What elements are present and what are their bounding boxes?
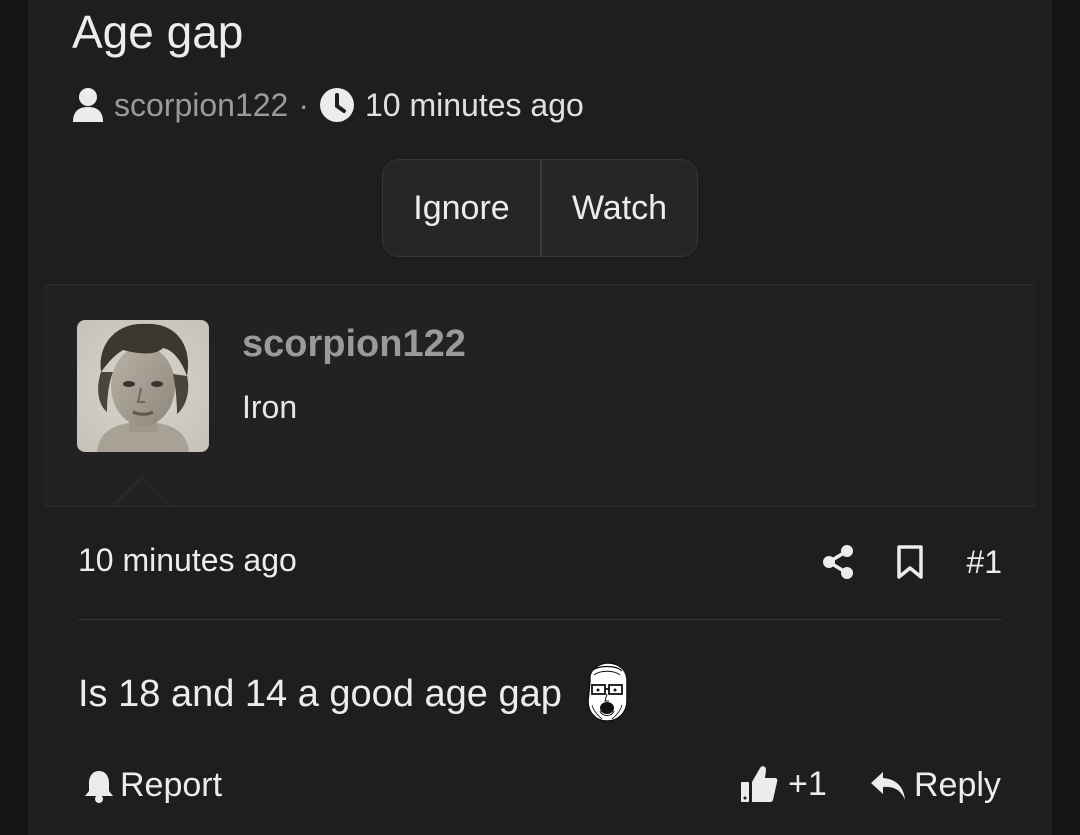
meta-separator: · bbox=[298, 86, 309, 123]
post-body-text: Is 18 and 14 a good age gap bbox=[78, 672, 562, 715]
share-icon[interactable] bbox=[822, 545, 854, 579]
post-user-block: scorpion122 Iron bbox=[44, 284, 1035, 507]
thread-meta: scorpion122 · 10 minutes ago bbox=[72, 84, 584, 126]
reply-arrow-icon bbox=[870, 771, 906, 801]
report-label: Report bbox=[120, 766, 223, 804]
watch-button[interactable]: Watch bbox=[542, 160, 697, 256]
like-button[interactable]: +1 bbox=[740, 764, 827, 804]
thread-button-group: Ignore Watch bbox=[382, 159, 698, 257]
user-icon bbox=[72, 87, 104, 123]
soyjak-emoji-icon bbox=[580, 661, 634, 723]
user-block-arrow-inner bbox=[114, 478, 170, 506]
clock-icon bbox=[319, 87, 355, 123]
post-number-link[interactable]: #1 bbox=[966, 544, 1002, 581]
post-actions-top: #1 bbox=[822, 540, 1002, 584]
user-title: Iron bbox=[242, 389, 298, 425]
avatar[interactable] bbox=[77, 320, 209, 452]
thread-author-link[interactable]: scorpion122 bbox=[114, 87, 288, 124]
bell-icon bbox=[84, 769, 114, 803]
thumbs-up-icon bbox=[740, 764, 778, 804]
thread-time[interactable]: 10 minutes ago bbox=[365, 87, 584, 124]
report-button[interactable]: Report bbox=[84, 766, 222, 805]
post-time[interactable]: 10 minutes ago bbox=[78, 542, 297, 579]
thread-title: Age gap bbox=[72, 6, 244, 58]
reply-button[interactable]: Reply bbox=[870, 766, 1001, 805]
post-username-link[interactable]: scorpion122 bbox=[242, 323, 466, 366]
like-count: +1 bbox=[788, 764, 827, 803]
ignore-button[interactable]: Ignore bbox=[383, 160, 542, 256]
post-body: Is 18 and 14 a good age gap bbox=[78, 662, 634, 723]
post-divider bbox=[78, 619, 1002, 620]
reply-label: Reply bbox=[914, 766, 1001, 804]
bookmark-icon[interactable] bbox=[896, 544, 924, 580]
